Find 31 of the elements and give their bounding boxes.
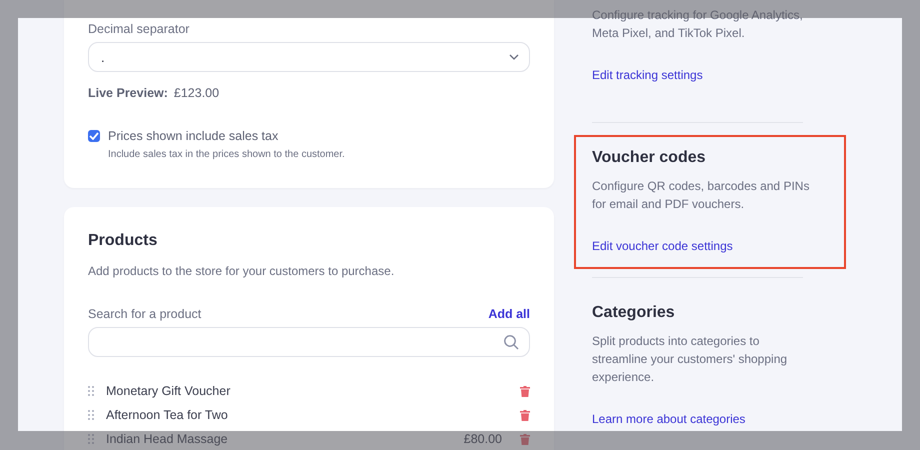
search-field[interactable] [88, 327, 530, 357]
preview-value: £123.00 [174, 86, 220, 100]
card-description: Add products to the store for your customers to purchase. [88, 263, 396, 279]
preview-label: Live Preview: [88, 86, 168, 100]
drag-handle-icon [88, 386, 94, 396]
settings-link[interactable]: Learn more about categories [592, 410, 746, 428]
section-description: Split products into categories to streamline your customers' shopping experience. [592, 333, 788, 386]
settings-link[interactable]: Edit tracking settings [592, 66, 703, 84]
section-description: Configure QR codes, barcodes and PINs for email and PDF vouchers. [592, 178, 810, 213]
checkbox[interactable] [88, 130, 100, 142]
field-label: Decimal separator [88, 21, 190, 38]
search-icon [503, 334, 519, 350]
separator-dropdown[interactable]: . [88, 42, 530, 72]
settings-link[interactable]: Edit voucher code settings [592, 237, 733, 255]
chevron-down-icon [509, 54, 519, 60]
help-text: Include sales tax in the prices shown to the customer. [108, 148, 346, 162]
product-name: Indian Head Massage [106, 432, 229, 446]
product-name: Monetary Gift Voucher [106, 384, 232, 398]
drag-handle-icon [88, 434, 94, 444]
card-title: Products [88, 231, 158, 251]
field-label: Search for a product [88, 306, 202, 323]
trash-icon[interactable] [520, 386, 530, 396]
trash-icon[interactable] [520, 410, 530, 420]
product-name: Afternoon Tea for Two [106, 408, 229, 422]
section-title: Categories [592, 303, 676, 323]
add-all-link[interactable]: Add all [488, 306, 530, 322]
product-price: £80.00 [464, 432, 502, 446]
checkbox-label: Prices shown include sales tax [108, 128, 278, 144]
section-title: Voucher codes [592, 148, 707, 168]
trash-icon[interactable] [520, 434, 530, 444]
drag-handle-icon [88, 410, 94, 420]
